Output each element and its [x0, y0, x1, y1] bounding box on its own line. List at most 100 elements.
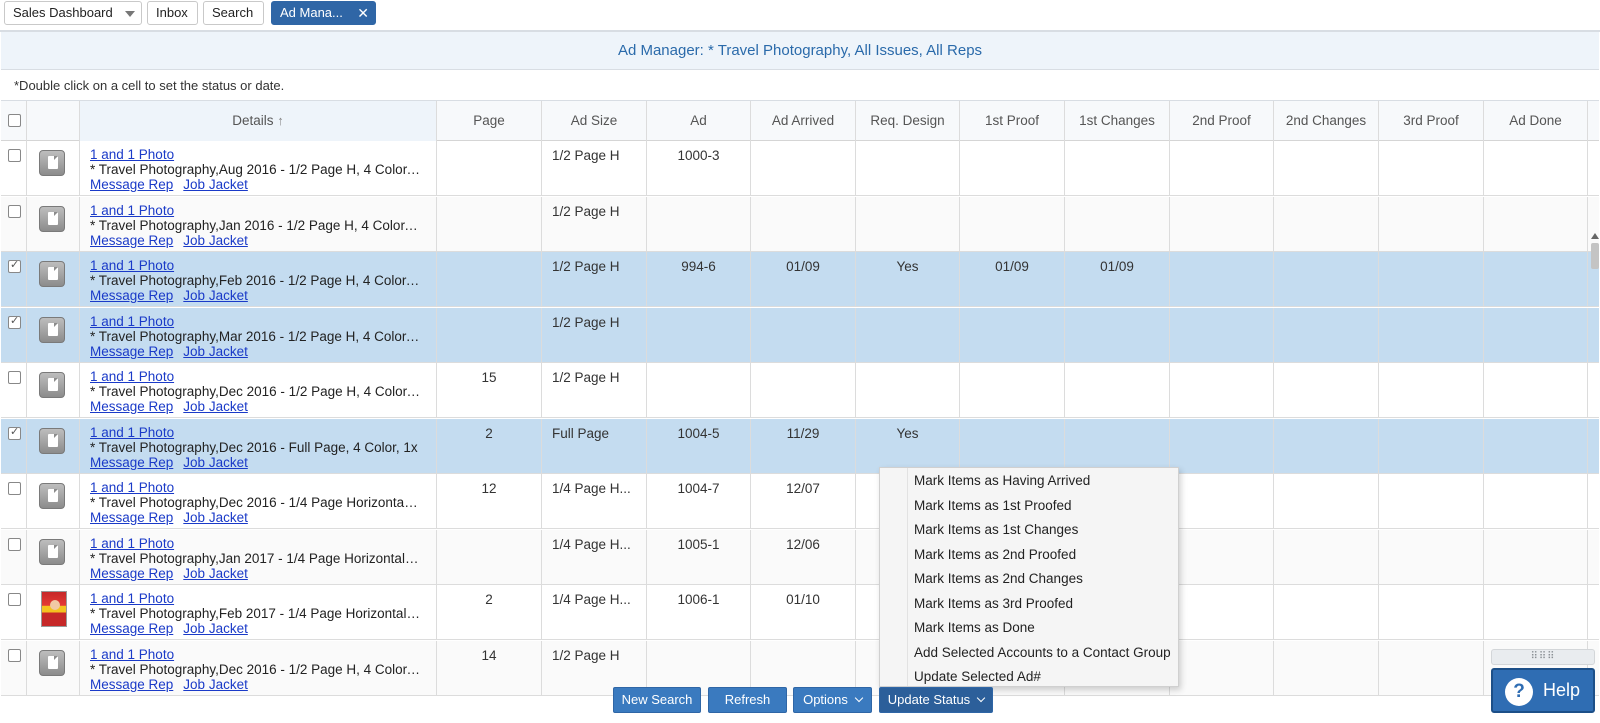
job-jacket-link[interactable]: Job Jacket: [183, 288, 248, 303]
message-rep-link[interactable]: Message Rep: [90, 455, 173, 470]
second-proof-cell[interactable]: [1170, 196, 1274, 252]
ad-size-cell[interactable]: 1/2 Page H: [542, 307, 647, 363]
document-icon[interactable]: [39, 427, 65, 454]
job-jacket-link[interactable]: Job Jacket: [183, 677, 248, 692]
page-cell[interactable]: 12: [437, 474, 542, 529]
second-proof-cell[interactable]: [1170, 474, 1274, 529]
row-checkbox[interactable]: [8, 258, 21, 273]
message-rep-link[interactable]: Message Rep: [90, 566, 173, 581]
third-proof-cell[interactable]: [1379, 307, 1484, 363]
menu-item[interactable]: Mark Items as 2nd Proofed: [914, 547, 1076, 562]
first-proof-cell[interactable]: 01/09: [960, 252, 1065, 307]
update-status-button[interactable]: Update Status: [879, 687, 993, 713]
ad-number-cell[interactable]: 1000-3: [647, 141, 751, 196]
ad-thumbnail-image[interactable]: [41, 591, 67, 627]
header-req-design[interactable]: Req. Design: [856, 101, 960, 141]
ad-done-cell[interactable]: [1484, 585, 1588, 640]
second-changes-cell[interactable]: [1274, 141, 1379, 196]
table-row[interactable]: 1 and 1 Photo* Travel Photography,Dec 20…: [1, 418, 1599, 474]
header-3rd-proof[interactable]: 3rd Proof: [1379, 101, 1484, 141]
first-changes-cell[interactable]: [1065, 141, 1170, 196]
table-row[interactable]: 1 and 1 Photo * Travel Photography,Aug 20…: [1, 141, 1599, 196]
third-proof-cell[interactable]: [1379, 418, 1484, 474]
job-jacket-link[interactable]: Job Jacket: [183, 399, 248, 414]
ad-number-cell[interactable]: 1006-1: [647, 585, 751, 640]
row-checkbox[interactable]: [8, 425, 21, 440]
ad-arrived-cell[interactable]: 12/07: [751, 474, 856, 529]
table-row[interactable]: 1 and 1 Photo* Travel Photography,Feb 20…: [1, 252, 1599, 307]
table-row[interactable]: 1 and 1 Photo* Travel Photography,Dec 20…: [1, 474, 1599, 529]
ad-done-cell[interactable]: [1484, 252, 1588, 307]
second-changes-cell[interactable]: [1274, 252, 1379, 307]
menu-item[interactable]: Update Selected Ad#: [914, 669, 1041, 684]
header-2nd-proof[interactable]: 2nd Proof: [1170, 101, 1274, 141]
header-1st-proof[interactable]: 1st Proof: [960, 101, 1065, 141]
job-jacket-link[interactable]: Job Jacket: [183, 233, 248, 248]
vertical-scrollbar[interactable]: [1591, 243, 1599, 269]
select-all-checkbox[interactable]: [8, 114, 21, 127]
close-icon[interactable]: ✕: [357, 2, 369, 24]
ad-arrived-cell[interactable]: 01/10: [751, 585, 856, 640]
req-design-cell[interactable]: [856, 196, 960, 252]
second-proof-cell[interactable]: [1170, 640, 1274, 696]
ad-done-cell[interactable]: [1484, 529, 1588, 585]
third-proof-cell[interactable]: [1379, 529, 1484, 585]
req-design-cell[interactable]: [856, 307, 960, 363]
options-button[interactable]: Options: [793, 687, 872, 713]
first-proof-cell[interactable]: [960, 418, 1065, 474]
menu-item[interactable]: Mark Items as 3rd Proofed: [914, 596, 1073, 611]
row-checkbox[interactable]: [8, 204, 21, 218]
second-proof-cell[interactable]: [1170, 585, 1274, 640]
page-cell[interactable]: [437, 307, 542, 363]
third-proof-cell[interactable]: [1379, 252, 1484, 307]
document-icon[interactable]: [39, 538, 65, 565]
job-jacket-link[interactable]: Job Jacket: [183, 177, 248, 192]
account-link[interactable]: 1 and 1 Photo: [90, 536, 436, 551]
ad-done-cell[interactable]: [1484, 141, 1588, 196]
job-jacket-link[interactable]: Job Jacket: [183, 344, 248, 359]
page-cell[interactable]: [437, 252, 542, 307]
header-ad-done[interactable]: Ad Done: [1484, 101, 1588, 141]
third-proof-cell[interactable]: [1379, 363, 1484, 418]
second-changes-cell[interactable]: [1274, 585, 1379, 640]
row-checkbox[interactable]: [8, 149, 21, 162]
second-proof-cell[interactable]: [1170, 418, 1274, 474]
new-search-button[interactable]: New Search: [613, 687, 701, 713]
first-proof-cell[interactable]: [960, 307, 1065, 363]
tab-inbox[interactable]: Inbox: [147, 1, 198, 25]
account-link[interactable]: 1 and 1 Photo: [90, 258, 436, 273]
table-row[interactable]: 1 and 1 Photo* Travel Photography,Feb 20…: [1, 585, 1599, 640]
ad-done-cell[interactable]: [1484, 307, 1588, 363]
message-rep-link[interactable]: Message Rep: [90, 677, 173, 692]
header-page[interactable]: Page: [437, 101, 542, 141]
ad-number-cell[interactable]: [647, 196, 751, 252]
second-proof-cell[interactable]: [1170, 307, 1274, 363]
message-rep-link[interactable]: Message Rep: [90, 621, 173, 636]
row-checkbox[interactable]: [8, 482, 21, 495]
ad-number-cell[interactable]: 1004-7: [647, 474, 751, 529]
first-proof-cell[interactable]: [960, 363, 1065, 418]
message-rep-link[interactable]: Message Rep: [90, 344, 173, 359]
second-changes-cell[interactable]: [1274, 196, 1379, 252]
first-changes-cell[interactable]: [1065, 196, 1170, 252]
third-proof-cell[interactable]: [1379, 141, 1484, 196]
menu-item[interactable]: Mark Items as 1st Changes: [914, 522, 1078, 537]
second-changes-cell[interactable]: [1274, 307, 1379, 363]
table-row[interactable]: 1 and 1 Photo* Travel Photography,Mar 20…: [1, 307, 1599, 363]
row-checkbox[interactable]: [8, 314, 21, 329]
first-proof-cell[interactable]: [960, 196, 1065, 252]
page-cell[interactable]: [437, 196, 542, 252]
second-changes-cell[interactable]: [1274, 640, 1379, 696]
ad-size-cell[interactable]: 1/4 Page H...: [542, 529, 647, 585]
page-cell[interactable]: 2: [437, 418, 542, 474]
document-icon[interactable]: [39, 649, 65, 676]
header-ad-size[interactable]: Ad Size: [542, 101, 647, 141]
account-link[interactable]: 1 and 1 Photo: [90, 203, 436, 218]
ad-size-cell[interactable]: 1/4 Page H...: [542, 474, 647, 529]
page-cell[interactable]: 2: [437, 585, 542, 640]
header-ad-arrived[interactable]: Ad Arrived: [751, 101, 856, 141]
ad-arrived-cell[interactable]: 01/09: [751, 252, 856, 307]
header-details[interactable]: Details ↑: [80, 101, 437, 141]
document-icon[interactable]: [39, 205, 65, 232]
ad-done-cell[interactable]: [1484, 196, 1588, 252]
